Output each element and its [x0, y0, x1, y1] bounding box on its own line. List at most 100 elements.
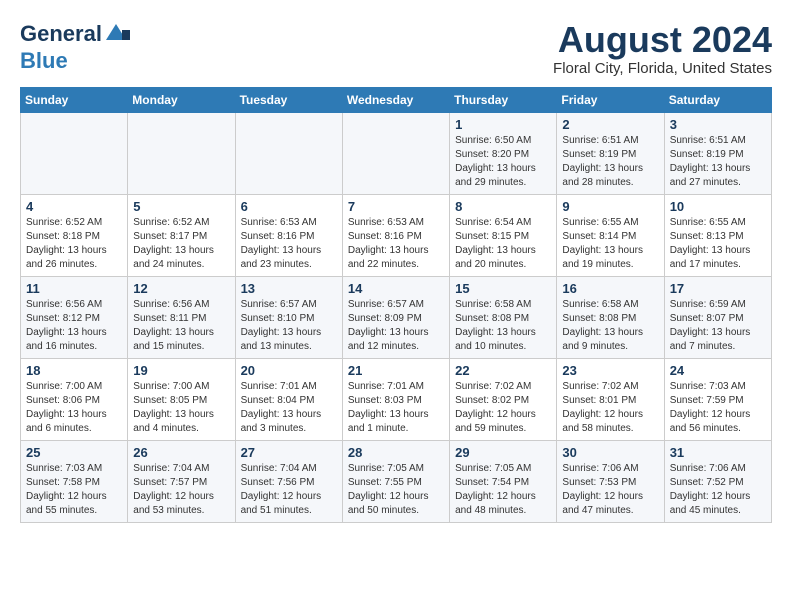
day-number: 18: [26, 363, 122, 378]
calendar-cell: 26 Sunrise: 7:04 AM Sunset: 7:57 PM Dayli…: [128, 440, 235, 522]
day-number: 20: [241, 363, 337, 378]
day-info: Sunrise: 6:57 AM Sunset: 8:09 PM Dayligh…: [348, 298, 444, 354]
day-info: Sunrise: 6:55 AM Sunset: 8:14 PM Dayligh…: [562, 216, 658, 272]
calendar-cell: [235, 112, 342, 194]
day-info: Sunrise: 7:04 AM Sunset: 7:57 PM Dayligh…: [133, 462, 229, 518]
calendar-cell: [128, 112, 235, 194]
calendar-cell: 9 Sunrise: 6:55 AM Sunset: 8:14 PM Daylig…: [557, 194, 664, 276]
calendar-cell: 14 Sunrise: 6:57 AM Sunset: 8:09 PM Dayli…: [342, 276, 449, 358]
col-header-monday: Monday: [128, 87, 235, 112]
day-number: 14: [348, 281, 444, 296]
day-number: 23: [562, 363, 658, 378]
day-number: 12: [133, 281, 229, 296]
calendar-cell: 1 Sunrise: 6:50 AM Sunset: 8:20 PM Daylig…: [450, 112, 557, 194]
calendar-cell: 24 Sunrise: 7:03 AM Sunset: 7:59 PM Dayli…: [664, 358, 771, 440]
calendar-cell: 17 Sunrise: 6:59 AM Sunset: 8:07 PM Dayli…: [664, 276, 771, 358]
col-header-tuesday: Tuesday: [235, 87, 342, 112]
calendar-cell: 25 Sunrise: 7:03 AM Sunset: 7:58 PM Dayli…: [21, 440, 128, 522]
calendar-cell: 23 Sunrise: 7:02 AM Sunset: 8:01 PM Dayli…: [557, 358, 664, 440]
col-header-sunday: Sunday: [21, 87, 128, 112]
calendar-cell: 4 Sunrise: 6:52 AM Sunset: 8:18 PM Daylig…: [21, 194, 128, 276]
calendar-cell: 7 Sunrise: 6:53 AM Sunset: 8:16 PM Daylig…: [342, 194, 449, 276]
day-info: Sunrise: 7:06 AM Sunset: 7:52 PM Dayligh…: [670, 462, 766, 518]
day-info: Sunrise: 6:52 AM Sunset: 8:18 PM Dayligh…: [26, 216, 122, 272]
day-info: Sunrise: 6:59 AM Sunset: 8:07 PM Dayligh…: [670, 298, 766, 354]
day-info: Sunrise: 7:03 AM Sunset: 7:58 PM Dayligh…: [26, 462, 122, 518]
day-info: Sunrise: 6:56 AM Sunset: 8:12 PM Dayligh…: [26, 298, 122, 354]
day-info: Sunrise: 6:50 AM Sunset: 8:20 PM Dayligh…: [455, 134, 551, 190]
day-number: 15: [455, 281, 551, 296]
day-number: 4: [26, 199, 122, 214]
col-header-thursday: Thursday: [450, 87, 557, 112]
calendar-cell: 6Sunrise: 6:53 AM Sunset: 8:16 PM Daylig…: [235, 194, 342, 276]
calendar-week-row: 25 Sunrise: 7:03 AM Sunset: 7:58 PM Dayli…: [21, 440, 772, 522]
day-number: 16: [562, 281, 658, 296]
calendar-table: SundayMondayTuesdayWednesdayThursdayFrid…: [20, 87, 772, 523]
day-info: Sunrise: 7:05 AM Sunset: 7:55 PM Dayligh…: [348, 462, 444, 518]
day-info: Sunrise: 7:00 AM Sunset: 8:05 PM Dayligh…: [133, 380, 229, 436]
day-number: 24: [670, 363, 766, 378]
calendar-cell: 2Sunrise: 6:51 AM Sunset: 8:19 PM Daylig…: [557, 112, 664, 194]
calendar-cell: [342, 112, 449, 194]
calendar-cell: 28 Sunrise: 7:05 AM Sunset: 7:55 PM Dayli…: [342, 440, 449, 522]
day-number: 11: [26, 281, 122, 296]
calendar-cell: 20 Sunrise: 7:01 AM Sunset: 8:04 PM Dayli…: [235, 358, 342, 440]
day-number: 26: [133, 445, 229, 460]
day-info: Sunrise: 7:01 AM Sunset: 8:04 PM Dayligh…: [241, 380, 337, 436]
calendar-cell: 10Sunrise: 6:55 AM Sunset: 8:13 PM Dayli…: [664, 194, 771, 276]
calendar-week-row: 11 Sunrise: 6:56 AM Sunset: 8:12 PM Dayli…: [21, 276, 772, 358]
page-header: General Blue August 2024 Floral City, Fl…: [20, 20, 772, 77]
calendar-cell: 30Sunrise: 7:06 AM Sunset: 7:53 PM Dayli…: [557, 440, 664, 522]
day-number: 21: [348, 363, 444, 378]
day-number: 27: [241, 445, 337, 460]
calendar-cell: 8 Sunrise: 6:54 AM Sunset: 8:15 PM Daylig…: [450, 194, 557, 276]
day-number: 8: [455, 199, 551, 214]
calendar-week-row: 1 Sunrise: 6:50 AM Sunset: 8:20 PM Daylig…: [21, 112, 772, 194]
day-info: Sunrise: 6:53 AM Sunset: 8:16 PM Dayligh…: [348, 216, 444, 272]
day-number: 13: [241, 281, 337, 296]
day-info: Sunrise: 7:01 AM Sunset: 8:03 PM Dayligh…: [348, 380, 444, 436]
day-info: Sunrise: 6:51 AM Sunset: 8:19 PM Dayligh…: [670, 134, 766, 190]
day-number: 30: [562, 445, 658, 460]
calendar-cell: 31 Sunrise: 7:06 AM Sunset: 7:52 PM Dayli…: [664, 440, 771, 522]
calendar-cell: 29Sunrise: 7:05 AM Sunset: 7:54 PM Dayli…: [450, 440, 557, 522]
day-number: 28: [348, 445, 444, 460]
day-info: Sunrise: 7:05 AM Sunset: 7:54 PM Dayligh…: [455, 462, 551, 518]
day-number: 5: [133, 199, 229, 214]
day-info: Sunrise: 6:52 AM Sunset: 8:17 PM Dayligh…: [133, 216, 229, 272]
calendar-cell: 15Sunrise: 6:58 AM Sunset: 8:08 PM Dayli…: [450, 276, 557, 358]
day-number: 1: [455, 117, 551, 132]
day-info: Sunrise: 7:03 AM Sunset: 7:59 PM Dayligh…: [670, 380, 766, 436]
day-info: Sunrise: 7:02 AM Sunset: 8:01 PM Dayligh…: [562, 380, 658, 436]
day-number: 22: [455, 363, 551, 378]
day-number: 3: [670, 117, 766, 132]
day-number: 7: [348, 199, 444, 214]
main-title: August 2024: [553, 20, 772, 60]
logo-text-general: General: [20, 23, 102, 45]
calendar-cell: 12Sunrise: 6:56 AM Sunset: 8:11 PM Dayli…: [128, 276, 235, 358]
col-header-friday: Friday: [557, 87, 664, 112]
calendar-cell: 18Sunrise: 7:00 AM Sunset: 8:06 PM Dayli…: [21, 358, 128, 440]
day-number: 25: [26, 445, 122, 460]
calendar-cell: 3 Sunrise: 6:51 AM Sunset: 8:19 PM Daylig…: [664, 112, 771, 194]
calendar-week-row: 4 Sunrise: 6:52 AM Sunset: 8:18 PM Daylig…: [21, 194, 772, 276]
calendar-cell: 27 Sunrise: 7:04 AM Sunset: 7:56 PM Dayli…: [235, 440, 342, 522]
calendar-cell: 11 Sunrise: 6:56 AM Sunset: 8:12 PM Dayli…: [21, 276, 128, 358]
col-header-wednesday: Wednesday: [342, 87, 449, 112]
calendar-week-row: 18Sunrise: 7:00 AM Sunset: 8:06 PM Dayli…: [21, 358, 772, 440]
day-info: Sunrise: 7:04 AM Sunset: 7:56 PM Dayligh…: [241, 462, 337, 518]
day-number: 31: [670, 445, 766, 460]
day-info: Sunrise: 6:55 AM Sunset: 8:13 PM Dayligh…: [670, 216, 766, 272]
calendar-header-row: SundayMondayTuesdayWednesdayThursdayFrid…: [21, 87, 772, 112]
subtitle: Floral City, Florida, United States: [553, 60, 772, 77]
day-number: 9: [562, 199, 658, 214]
day-info: Sunrise: 6:51 AM Sunset: 8:19 PM Dayligh…: [562, 134, 658, 190]
day-info: Sunrise: 6:57 AM Sunset: 8:10 PM Dayligh…: [241, 298, 337, 354]
day-info: Sunrise: 7:02 AM Sunset: 8:02 PM Dayligh…: [455, 380, 551, 436]
calendar-cell: 16Sunrise: 6:58 AM Sunset: 8:08 PM Dayli…: [557, 276, 664, 358]
day-info: Sunrise: 6:54 AM Sunset: 8:15 PM Dayligh…: [455, 216, 551, 272]
day-number: 17: [670, 281, 766, 296]
logo-text-blue: Blue: [20, 48, 68, 74]
calendar-cell: 22 Sunrise: 7:02 AM Sunset: 8:02 PM Dayli…: [450, 358, 557, 440]
calendar-cell: 19Sunrise: 7:00 AM Sunset: 8:05 PM Dayli…: [128, 358, 235, 440]
